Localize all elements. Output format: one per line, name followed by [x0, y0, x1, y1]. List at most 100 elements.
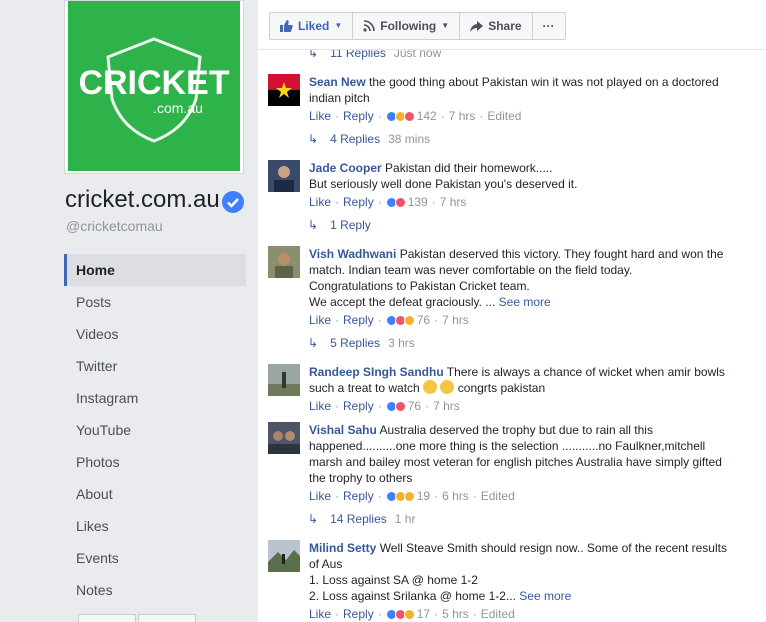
avatar[interactable]	[268, 74, 300, 106]
reaction-count[interactable]: 76	[408, 398, 421, 414]
liked-label: Liked	[298, 19, 330, 33]
comment-author[interactable]: Vishal Sahu	[309, 423, 377, 437]
reaction-count[interactable]: 139	[408, 194, 428, 210]
more-options-button[interactable]: ···	[533, 13, 565, 39]
reactions-icon[interactable]	[385, 608, 415, 620]
like-link[interactable]: Like	[309, 488, 331, 504]
reply-link[interactable]: Reply	[343, 194, 374, 210]
comment-author[interactable]: Milind Setty	[309, 541, 376, 555]
page-name[interactable]: cricket.com.au	[65, 186, 220, 214]
view-replies-link[interactable]: ↳ 4 Replies 38 mins	[308, 132, 430, 146]
reaction-count[interactable]: 19	[417, 488, 430, 504]
replies-time: 3 hrs	[388, 336, 415, 350]
replies-time: 38 mins	[388, 132, 431, 146]
edited-label[interactable]: Edited	[481, 488, 515, 504]
reactions-icon[interactable]	[385, 490, 415, 502]
page-handle[interactable]: @cricketcomau	[66, 218, 163, 234]
bottom-button-2[interactable]	[138, 614, 196, 622]
page-nav: Home Posts Videos Twitter Instagram YouT…	[64, 254, 246, 606]
chevron-down-icon: ▼	[334, 21, 343, 30]
comment-text: the good thing about Pakistan win it was…	[309, 75, 719, 105]
replies-count[interactable]: 5 Replies	[330, 336, 380, 350]
nav-item-events[interactable]: Events	[64, 542, 246, 574]
see-more-link[interactable]: See more	[499, 295, 551, 309]
comment-text-tail: congrts pakistan	[457, 381, 546, 395]
nav-item-youtube[interactable]: YouTube	[64, 414, 246, 446]
rss-icon	[363, 20, 376, 32]
comment-text-line: 1. Loss against SA @ home 1-2	[309, 573, 478, 587]
comment-text: Pakistan did their homework.....	[385, 161, 553, 175]
share-label: Share	[488, 19, 522, 33]
avatar[interactable]	[268, 364, 300, 396]
logo-subtext: .com.au	[153, 100, 203, 116]
comment-time[interactable]: 7 hrs	[449, 108, 476, 124]
nav-item-instagram[interactable]: Instagram	[64, 382, 246, 414]
comment-time[interactable]: 6 hrs	[442, 488, 469, 504]
comment-time[interactable]: 7 hrs	[442, 312, 469, 328]
cricket-logo: CRICKET .com.au	[68, 1, 240, 171]
action-button-group: Liked ▼ Following ▼ Share ···	[269, 12, 566, 40]
reactions-icon[interactable]	[385, 314, 415, 326]
avatar[interactable]	[268, 422, 300, 454]
reactions-icon[interactable]	[385, 196, 406, 208]
following-label: Following	[380, 19, 437, 33]
nav-item-notes[interactable]: Notes	[64, 574, 246, 606]
view-replies-link[interactable]: ↳ 1 Reply	[308, 218, 371, 232]
replies-count[interactable]: 14 Replies	[330, 512, 387, 526]
share-arrow-icon	[470, 20, 484, 32]
reply-link[interactable]: Reply	[343, 606, 374, 622]
see-more-link[interactable]: See more	[519, 589, 571, 603]
view-replies-link[interactable]: ↳ 5 Replies 3 hrs	[308, 336, 415, 350]
comment-author[interactable]: Vish Wadhwani	[309, 247, 396, 261]
nav-item-home[interactable]: Home	[64, 254, 246, 286]
reaction-count[interactable]: 17	[417, 606, 430, 622]
share-button[interactable]: Share	[460, 13, 533, 39]
like-link[interactable]: Like	[309, 108, 331, 124]
bottom-buttons	[78, 614, 198, 622]
view-replies-link[interactable]: ↳ 14 Replies 1 hr	[308, 512, 415, 526]
nav-item-photos[interactable]: Photos	[64, 446, 246, 478]
reply-link[interactable]: Reply	[343, 398, 374, 414]
like-link[interactable]: Like	[309, 606, 331, 622]
comment-time[interactable]: 7 hrs	[440, 194, 467, 210]
comment-time[interactable]: 5 hrs	[442, 606, 469, 622]
replies-count[interactable]: 4 Replies	[330, 132, 380, 146]
avatar[interactable]	[268, 246, 300, 278]
edited-label[interactable]: Edited	[487, 108, 521, 124]
comment-author[interactable]: Randeep SIngh Sandhu	[309, 365, 444, 379]
comment-text-line: But seriously well done Pakistan you's d…	[309, 177, 578, 191]
reaction-count[interactable]: 142	[417, 108, 437, 124]
comment-text-line: 2. Loss against Srilanka @ home 1-2...	[309, 589, 516, 603]
like-link[interactable]: Like	[309, 194, 331, 210]
nav-item-posts[interactable]: Posts	[64, 286, 246, 318]
comment-time[interactable]: 7 hrs	[433, 398, 460, 414]
replies-count[interactable]: 1 Reply	[330, 218, 371, 232]
avatar[interactable]	[268, 540, 300, 572]
nav-item-videos[interactable]: Videos	[64, 318, 246, 350]
like-link[interactable]: Like	[309, 312, 331, 328]
ok-hand-emoji-icon	[440, 380, 455, 394]
reply-link[interactable]: Reply	[343, 488, 374, 504]
comment-author[interactable]: Sean New	[309, 75, 366, 89]
following-button[interactable]: Following ▼	[353, 13, 461, 39]
comment-author[interactable]: Jade Cooper	[309, 161, 382, 175]
reply-link[interactable]: Reply	[343, 312, 374, 328]
comment-text-line: Congratulations to Pakistan Cricket team…	[309, 279, 530, 293]
like-link[interactable]: Like	[309, 398, 331, 414]
edited-label[interactable]: Edited	[481, 606, 515, 622]
replies-time: 1 hr	[394, 512, 416, 526]
reaction-count[interactable]: 76	[417, 312, 430, 328]
nav-item-twitter[interactable]: Twitter	[64, 350, 246, 382]
nav-item-likes[interactable]: Likes	[64, 510, 246, 542]
bottom-button-1[interactable]	[78, 614, 136, 622]
reactions-icon[interactable]	[385, 400, 406, 412]
nav-item-about[interactable]: About	[64, 478, 246, 510]
comments-column: Liked ▼ Following ▼ Share ··· ↳ 11 Repli…	[258, 0, 766, 622]
liked-button[interactable]: Liked ▼	[270, 13, 354, 39]
logo-text: CRICKET	[78, 64, 229, 102]
reply-arrow-icon: ↳	[308, 218, 319, 232]
profile-picture[interactable]: CRICKET .com.au	[64, 0, 244, 174]
reactions-icon[interactable]	[385, 110, 415, 122]
reply-link[interactable]: Reply	[343, 108, 374, 124]
avatar[interactable]	[268, 160, 300, 192]
